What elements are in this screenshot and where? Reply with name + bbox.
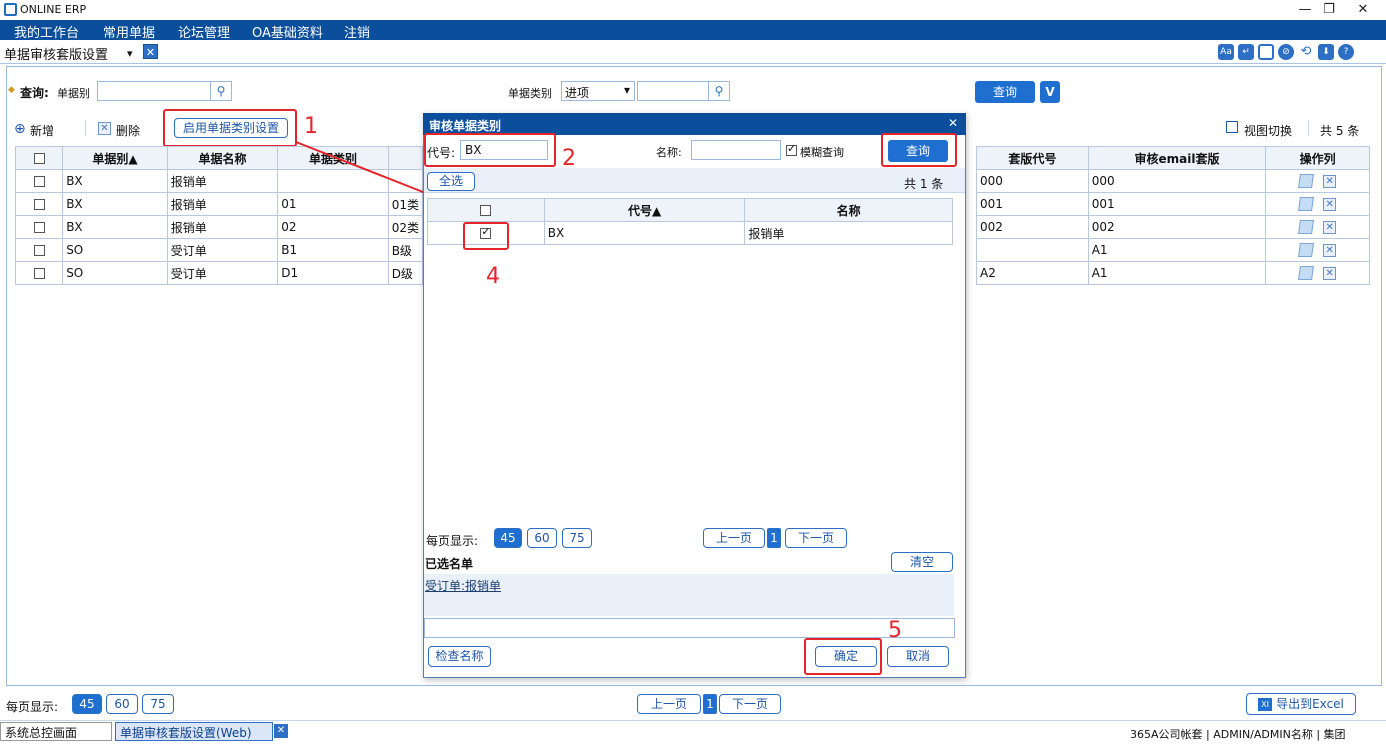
annotation-box-5 — [804, 638, 882, 675]
next-page[interactable]: 下一页 — [719, 694, 781, 714]
dialog-per-page-label: 每页显示: — [426, 534, 479, 548]
annotation-number-4: 4 — [486, 264, 500, 289]
fuzzy-checkbox[interactable] — [786, 142, 797, 157]
check-name-button[interactable]: 检查名称 — [428, 646, 491, 667]
select-all-button[interactable]: 全选 — [427, 172, 475, 191]
dialog-title: 审核单据类别 — [423, 113, 966, 135]
col-name[interactable]: 名称 — [744, 198, 953, 222]
status-tab-current[interactable]: 单据审核套版设置(Web) — [115, 722, 273, 741]
page-size-75[interactable]: 75 — [142, 694, 174, 714]
annotation-box-4 — [463, 222, 509, 250]
selected-list-box — [424, 574, 954, 616]
col-code[interactable]: 代号▲ — [543, 198, 746, 222]
dialog-page-current[interactable]: 1 — [767, 528, 781, 548]
name-input[interactable] — [691, 140, 781, 160]
clear-button[interactable]: 清空 — [891, 552, 953, 572]
status-right-info: 365A公司帐套 | ADMIN/ADMIN名称 | 集团 — [1130, 728, 1346, 741]
cell: BX — [543, 221, 746, 245]
page-current[interactable]: 1 — [703, 694, 717, 714]
annotation-box-2 — [424, 133, 556, 167]
dialog-next-page[interactable]: 下一页 — [785, 528, 847, 548]
dialog-page-size-60[interactable]: 60 — [527, 528, 557, 548]
selected-list-input[interactable] — [424, 618, 955, 638]
fuzzy-label: 模糊查询 — [800, 146, 844, 159]
name-label: 名称: — [656, 146, 682, 159]
excel-icon: XI — [1258, 698, 1273, 711]
export-excel-button[interactable]: XI 导出到Excel — [1246, 693, 1356, 715]
dialog-prev-page[interactable]: 上一页 — [703, 528, 765, 548]
per-page-label: 每页显示: — [6, 700, 59, 714]
page-size-45[interactable]: 45 — [72, 694, 102, 714]
cancel-button[interactable]: 取消 — [887, 646, 949, 667]
dialog-total-count: 共 1 条 — [904, 177, 944, 191]
dialog-toolbar — [424, 168, 965, 193]
dialog-page-size-75[interactable]: 75 — [562, 528, 592, 548]
annotation-number-5: 5 — [888, 618, 902, 643]
selected-list-title: 已选名单 — [425, 557, 474, 571]
prev-page[interactable]: 上一页 — [637, 694, 701, 714]
close-icon[interactable]: ✕ — [274, 724, 288, 738]
status-tab-main[interactable]: 系统总控画面 — [0, 722, 112, 741]
page-size-60[interactable]: 60 — [106, 694, 138, 714]
dialog-close-icon[interactable]: ✕ — [948, 116, 958, 130]
dialog-header-checkbox[interactable] — [427, 198, 545, 222]
dialog-page-size-45[interactable]: 45 — [494, 528, 522, 548]
selected-list-text: 受订单:报销单 — [425, 579, 502, 593]
cell: 报销单 — [744, 221, 953, 245]
annotation-box-3 — [881, 133, 957, 167]
